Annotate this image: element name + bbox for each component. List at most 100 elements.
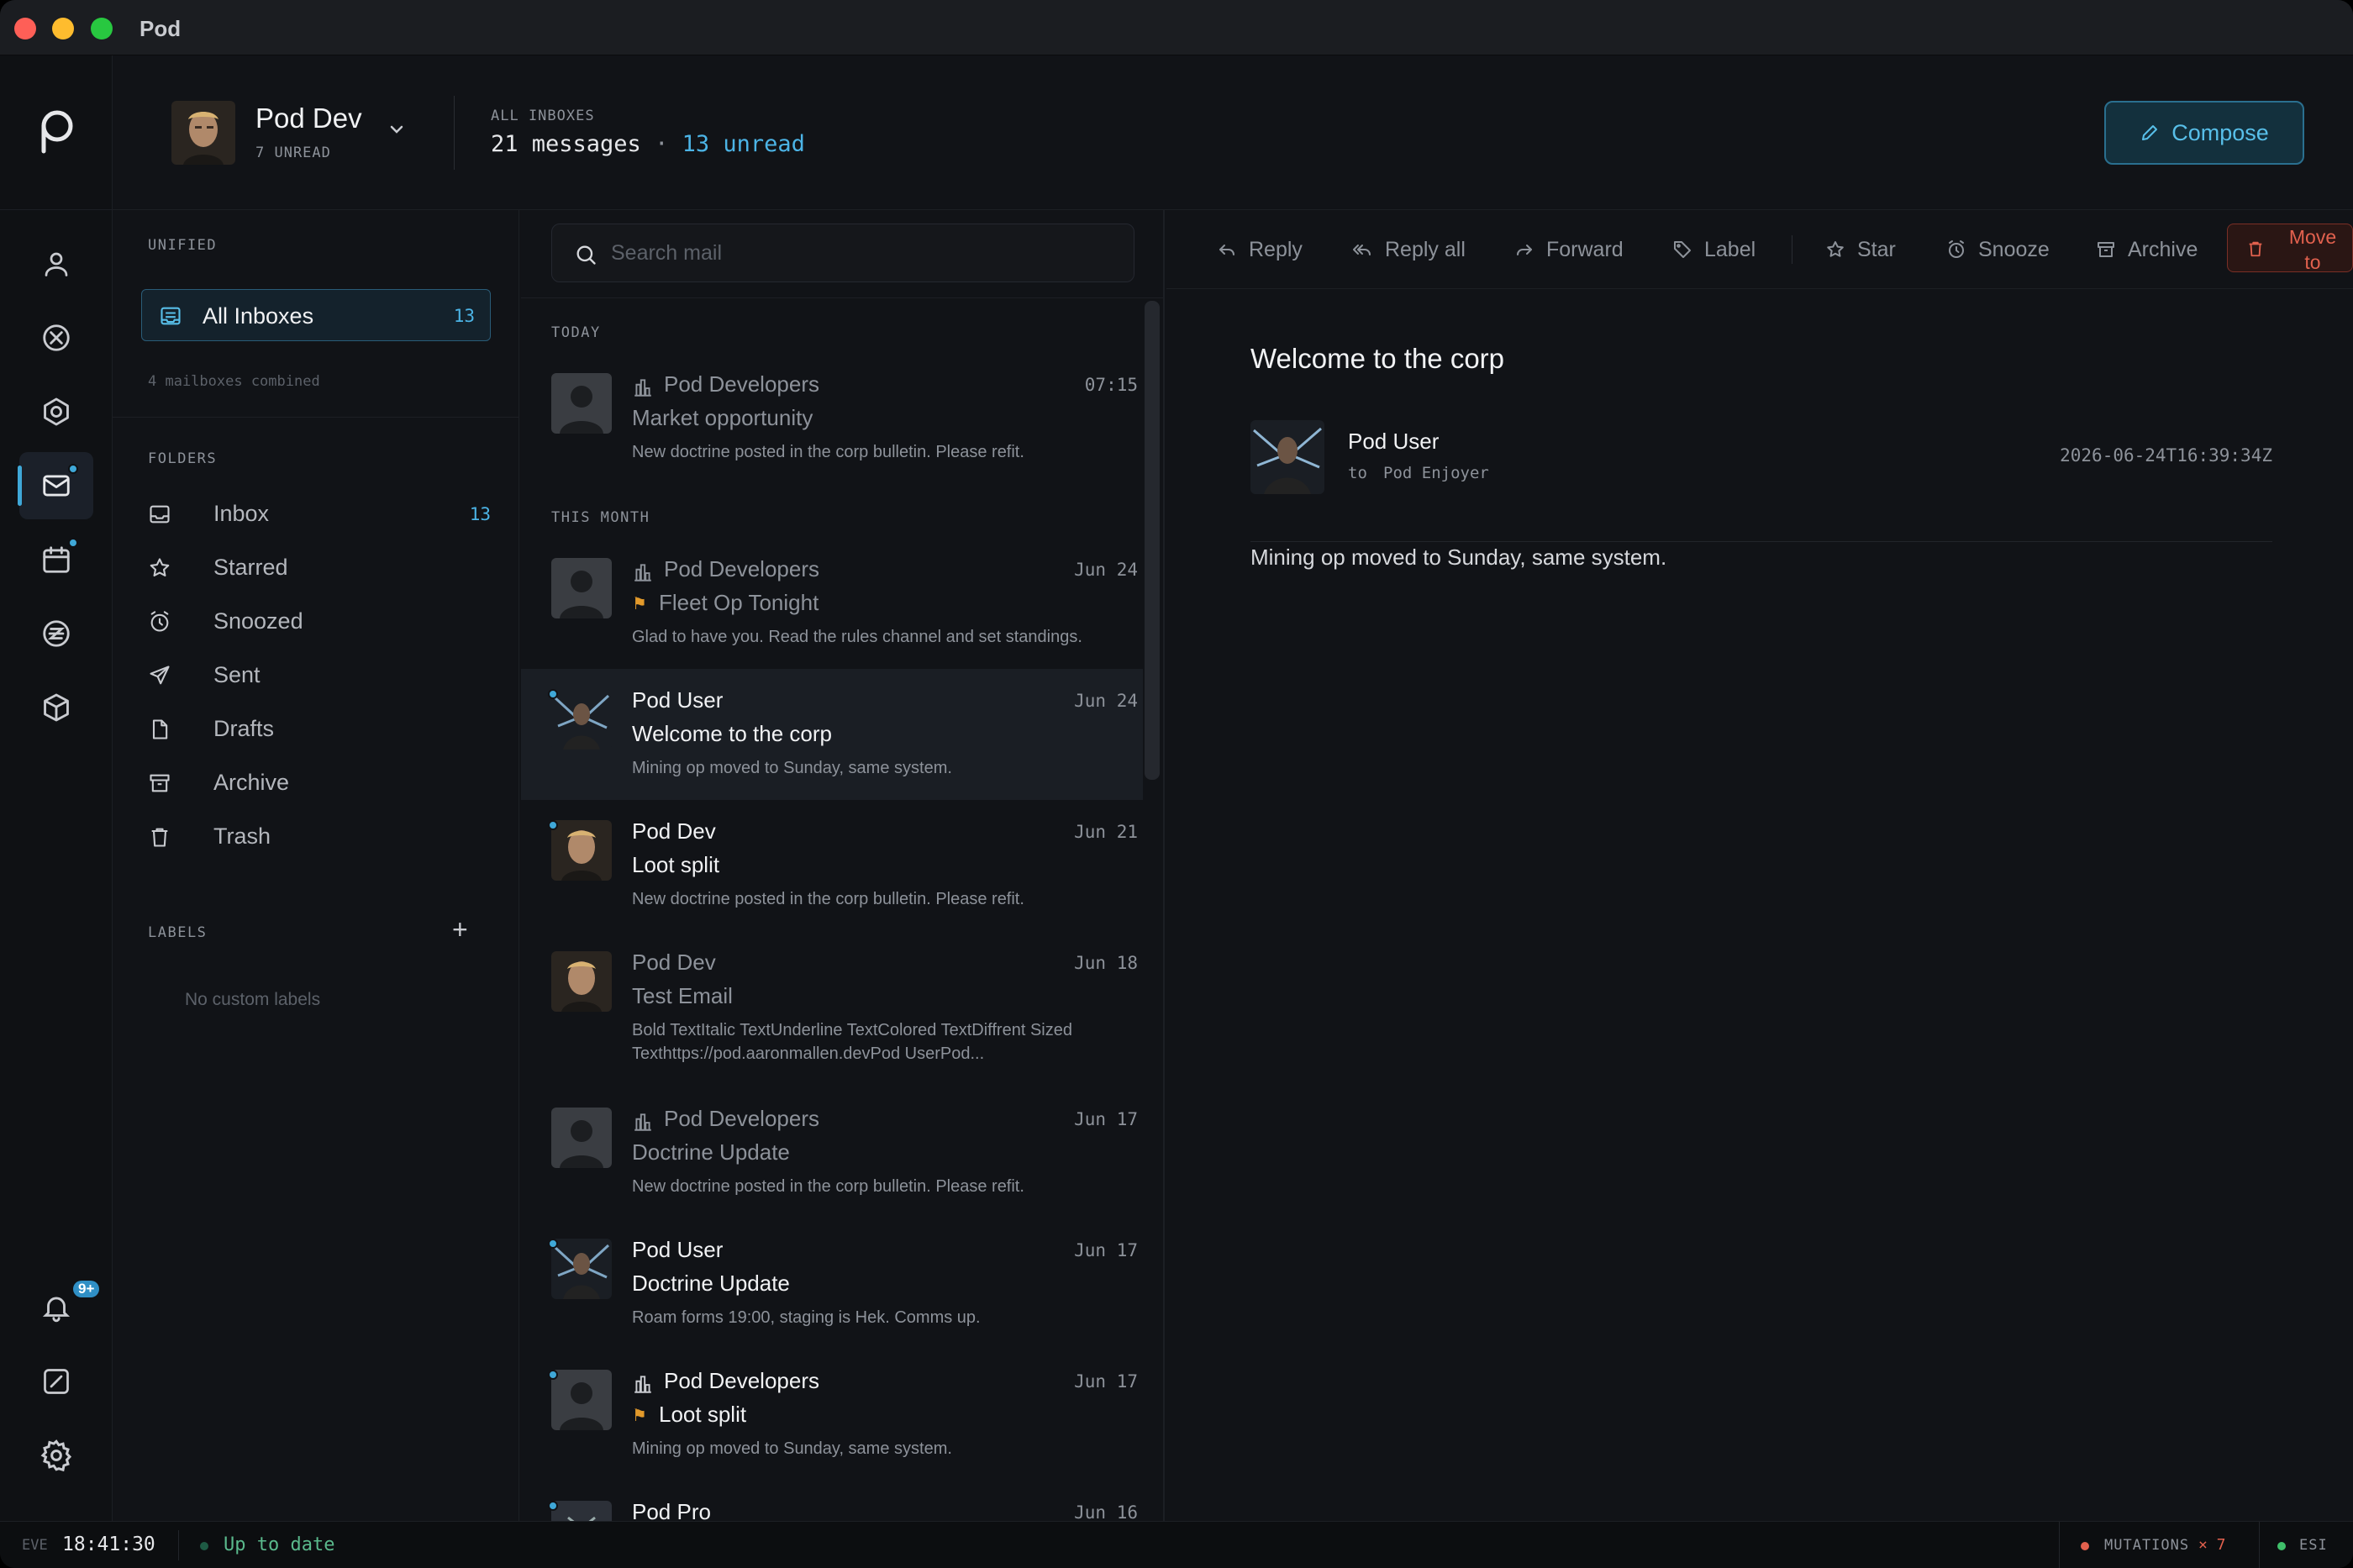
- status-bar: EVE 18:41:30 Up to date MUTATIONS × 7 ES…: [0, 1521, 2353, 1568]
- message-divider: [1250, 541, 2272, 542]
- rail-assets[interactable]: [19, 674, 93, 741]
- message-sender[interactable]: Pod User: [1348, 429, 1439, 455]
- rail-settings[interactable]: [19, 1422, 93, 1489]
- notification-badge: 9+: [73, 1281, 100, 1297]
- list-item[interactable]: Pod Developers Jun 24 ⚑ Fleet Op Tonight…: [521, 538, 1143, 669]
- message-date: Jun 21: [1074, 822, 1138, 842]
- list-item[interactable]: Pod Developers Jun 17 ⚑ Loot split Minin…: [521, 1350, 1143, 1481]
- message-sender: Pod User: [632, 1237, 724, 1262]
- reply-all-button[interactable]: Reply all: [1351, 235, 1466, 264]
- message-preview: New doctrine posted in the corp bulletin…: [632, 1177, 1024, 1196]
- maximize-window-button[interactable]: [91, 18, 113, 39]
- hexagon-icon: [44, 397, 69, 426]
- rail-wallet[interactable]: [19, 600, 93, 667]
- rail-combat[interactable]: [19, 304, 93, 371]
- corporation-icon: [634, 564, 651, 581]
- esi-status-dot: [2277, 1542, 2286, 1550]
- chevron-down-icon[interactable]: [387, 119, 407, 139]
- list-item[interactable]: Pod Dev Jun 21 Loot split New doctrine p…: [521, 800, 1143, 931]
- archive-button[interactable]: Archive: [2096, 235, 2198, 264]
- list-item[interactable]: Pod Dev Jun 18 Test Email Bold TextItali…: [521, 931, 1143, 1087]
- mail-icon: [43, 475, 70, 497]
- person-icon: [45, 252, 68, 276]
- message-sender: Pod Dev: [632, 818, 716, 844]
- rail-stats[interactable]: [19, 1348, 93, 1415]
- group-heading-today: TODAY: [551, 324, 601, 341]
- label-label: Label: [1704, 237, 1756, 261]
- search-icon: [576, 245, 596, 265]
- list-scrollbar[interactable]: [1145, 301, 1160, 780]
- message-date: Jun 24: [1074, 560, 1138, 580]
- close-window-button[interactable]: [14, 18, 36, 39]
- rail-mail[interactable]: [18, 452, 93, 519]
- mail-sidebar: UNIFIED All Inboxes 13 4 mailboxes combi…: [113, 210, 519, 1521]
- reading-pane: Reply Reply all Forward Label Star Snooz…: [1166, 210, 2353, 1521]
- message-preview: Bold TextItalic TextUnderline TextColore…: [632, 1021, 1072, 1063]
- list-item[interactable]: Pod Developers Jun 17 Doctrine Update Ne…: [521, 1087, 1143, 1218]
- folder-label: Trash: [213, 823, 271, 849]
- list-item[interactable]: Pod User Jun 17 Doctrine Update Roam for…: [521, 1218, 1143, 1350]
- snooze-button[interactable]: Snooze: [1946, 235, 2050, 264]
- sidebar-item-snoozed[interactable]: Snoozed: [141, 598, 491, 645]
- sidebar-item-archive[interactable]: Archive: [141, 760, 491, 807]
- sidebar-item-trash[interactable]: Trash: [141, 813, 491, 860]
- rail-notifications[interactable]: 9+: [19, 1274, 100, 1341]
- sidebar-item-all-inboxes[interactable]: All Inboxes 13: [141, 289, 491, 341]
- message-list: TODAY Pod Developers 07:15 Market opport…: [521, 210, 1165, 1521]
- message-date: Jun 16: [1074, 1502, 1138, 1521]
- minimize-window-button[interactable]: [52, 18, 74, 39]
- sidebar-item-starred[interactable]: Starred: [141, 545, 491, 592]
- compose-button[interactable]: Compose: [2104, 101, 2304, 165]
- rail-corp[interactable]: [19, 378, 93, 445]
- group-heading-month: THIS MONTH: [551, 509, 650, 526]
- star-label: Star: [1857, 237, 1896, 261]
- star-icon: [1827, 241, 1844, 257]
- sidebar-item-inbox[interactable]: Inbox 13: [141, 491, 491, 538]
- sidebar-item-drafts[interactable]: Drafts: [141, 706, 491, 753]
- rail-calendar[interactable]: [19, 526, 93, 593]
- list-item[interactable]: Pod Pro Jun 16: [521, 1481, 1143, 1521]
- unread-dot: [548, 689, 558, 699]
- star-button[interactable]: Star: [1825, 235, 1896, 264]
- message-subject: Loot split: [659, 1402, 747, 1427]
- message-sender: Pod Dev: [632, 950, 716, 975]
- folder-count: 13: [469, 504, 491, 524]
- avatar[interactable]: [171, 101, 235, 165]
- sidebar-item-sent[interactable]: Sent: [141, 652, 491, 699]
- app-rail: 9+: [0, 55, 113, 1521]
- add-label-button[interactable]: +: [452, 916, 468, 943]
- unified-heading: UNIFIED: [148, 237, 218, 254]
- rail-profile[interactable]: [19, 230, 93, 297]
- avatar[interactable]: [1250, 420, 1324, 494]
- message-preview: Mining op moved to Sunday, same system.: [632, 759, 952, 777]
- label-button[interactable]: Label: [1672, 235, 1756, 264]
- forward-button[interactable]: Forward: [1514, 235, 1624, 264]
- mutations-label[interactable]: MUTATIONS: [2104, 1537, 2189, 1554]
- esi-status[interactable]: ESI: [2299, 1537, 2328, 1554]
- avatar: [551, 689, 612, 750]
- corporation-icon: [634, 379, 651, 397]
- message-timestamp: 2026-06-24T16:39:34Z: [2060, 445, 2272, 466]
- inbox-icon: [150, 505, 170, 524]
- message-subject: Fleet Op Tonight: [659, 590, 819, 615]
- calendar-icon: [43, 546, 70, 573]
- list-item[interactable]: Pod User Jun 24 Welcome to the corp Mini…: [521, 669, 1143, 800]
- message-date: 07:15: [1084, 375, 1138, 395]
- search-box[interactable]: [551, 224, 1134, 282]
- flag-icon: ⚑: [632, 595, 647, 613]
- message-preview: New doctrine posted in the corp bulletin…: [632, 890, 1024, 908]
- list-item[interactable]: Pod Developers 07:15 Market opportunity …: [521, 353, 1143, 514]
- search-input[interactable]: [611, 236, 1098, 270]
- compose-label: Compose: [2171, 119, 2269, 145]
- reply-button[interactable]: Reply: [1217, 235, 1303, 264]
- archive-icon: [150, 774, 170, 792]
- message-date: Jun 17: [1074, 1371, 1138, 1392]
- message-preview: Glad to have you. Read the rules channel…: [632, 628, 1082, 646]
- reply-icon: [1219, 245, 1234, 255]
- app-logo[interactable]: [0, 55, 113, 210]
- mutations-dot: [2081, 1542, 2089, 1550]
- account-name[interactable]: Pod Dev: [255, 103, 362, 134]
- send-icon: [150, 666, 170, 685]
- move-to-trash-button[interactable]: Move to: [2227, 224, 2353, 273]
- crossed-circle-icon: [43, 324, 70, 351]
